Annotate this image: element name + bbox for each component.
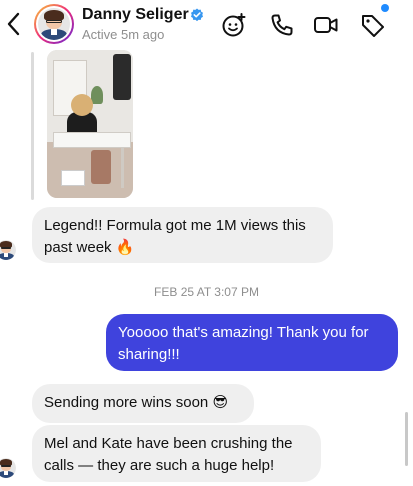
chat-header: Danny Seliger Active 5m ago [0,0,413,50]
incoming-message[interactable]: Legend!! Formula got me 1M views this pa… [32,207,333,263]
fire-emoji: 🔥 [115,239,135,256]
incoming-message[interactable]: Mel and Kate have been crushing the call… [32,425,321,482]
incoming-message[interactable]: Sending more wins soon 😎 [32,384,254,423]
message-text: Mel and Kate have been crushing the call… [44,435,293,474]
message-text: Legend!! Formula got me 1M views this pa… [44,217,306,256]
notification-dot [381,4,389,12]
sender-avatar[interactable] [0,240,16,260]
message-text: Yooooo that's amazing! Thank you for sha… [118,324,369,363]
tag-icon[interactable] [360,12,386,38]
video-icon[interactable] [313,12,339,38]
scrollbar[interactable] [405,412,408,466]
outgoing-message[interactable]: Yooooo that's amazing! Thank you for sha… [106,314,398,371]
contact-avatar[interactable] [34,4,74,44]
message-text: Sending more wins soon [44,394,209,411]
message-timestamp: FEB 25 AT 3:07 PM [154,285,259,299]
verified-badge-icon [191,8,203,22]
sunglasses-emoji: 😎 [212,394,229,411]
sticker-effects-icon[interactable] [221,12,247,38]
active-status: Active 5m ago [82,27,165,42]
contact-name[interactable]: Danny Seliger [82,6,189,24]
sender-avatar[interactable] [0,458,16,478]
shared-photo[interactable] [47,50,133,198]
reply-indicator [31,52,34,200]
phone-icon[interactable] [269,12,295,38]
chevron-left-icon[interactable] [4,10,24,38]
